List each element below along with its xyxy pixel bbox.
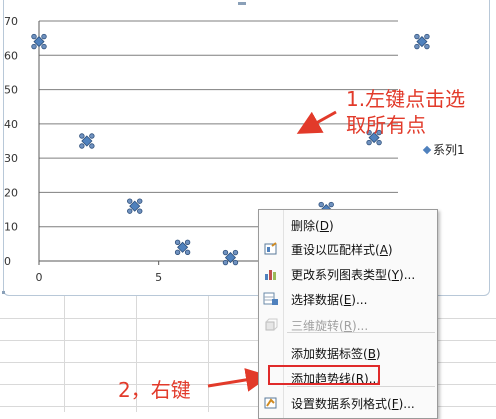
- menu-item-change-chart-type[interactable]: 更改系列图表类型(Y)...: [259, 263, 437, 285]
- context-menu[interactable]: 删除(D) 重设以匹配样式(A) 更改系列图表类型(Y)... 选择数据(E)... 三…: [258, 209, 438, 419]
- menu-item-select-data-label: 选择数据(E)...: [291, 292, 368, 307]
- menu-separator: [287, 332, 435, 333]
- arrow-to-menu-item: [207, 368, 270, 392]
- arrow-to-points: [296, 110, 337, 134]
- chart-type-icon: [263, 266, 279, 282]
- select-data-icon: [263, 291, 279, 307]
- menu-item-reset-style-label: 重设以匹配样式(A): [291, 242, 393, 257]
- blank-icon: [263, 345, 279, 361]
- menu-item-format-series[interactable]: 设置数据系列格式(F)...: [259, 392, 437, 414]
- highlight-add-trendline: [268, 365, 380, 385]
- menu-item-reset-style[interactable]: 重设以匹配样式(A): [259, 238, 437, 260]
- reset-style-icon: [263, 241, 279, 257]
- menu-item-delete[interactable]: 删除(D): [259, 214, 437, 236]
- menu-item-format-series-label: 设置数据系列格式(F)...: [291, 396, 415, 411]
- format-series-icon: [263, 395, 279, 411]
- menu-item-select-data[interactable]: 选择数据(E)...: [259, 288, 437, 310]
- menu-item-add-data-labels-label: 添加数据标签(B): [291, 346, 381, 361]
- menu-item-add-data-labels[interactable]: 添加数据标签(B): [259, 342, 437, 364]
- menu-item-3d-rotation-label: 三维旋转(R)...: [291, 318, 369, 333]
- 3d-rotation-icon: [263, 317, 279, 333]
- menu-item-delete-label: 删除(D): [291, 218, 334, 233]
- blank-icon: [263, 217, 279, 233]
- menu-item-change-chart-type-label: 更改系列图表类型(Y)...: [291, 267, 416, 282]
- menu-separator: [287, 386, 435, 387]
